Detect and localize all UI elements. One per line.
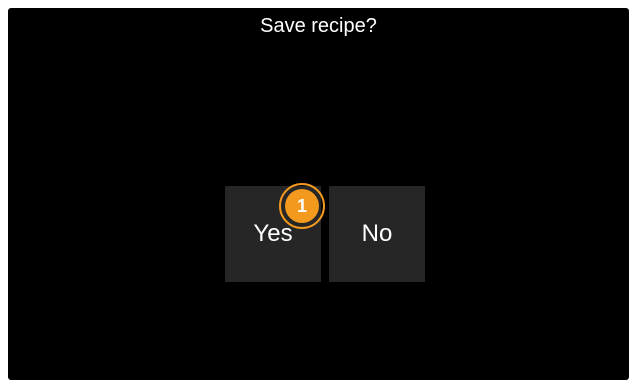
dialog-title: Save recipe?: [260, 15, 377, 37]
step-marker: 1: [279, 183, 325, 229]
no-button[interactable]: No: [329, 186, 425, 282]
device-frame: Save recipe? Yes No 1: [0, 0, 637, 388]
yes-button-label: Yes: [253, 220, 293, 247]
no-button-label: No: [361, 220, 393, 247]
step-number-badge: 1: [285, 189, 319, 223]
